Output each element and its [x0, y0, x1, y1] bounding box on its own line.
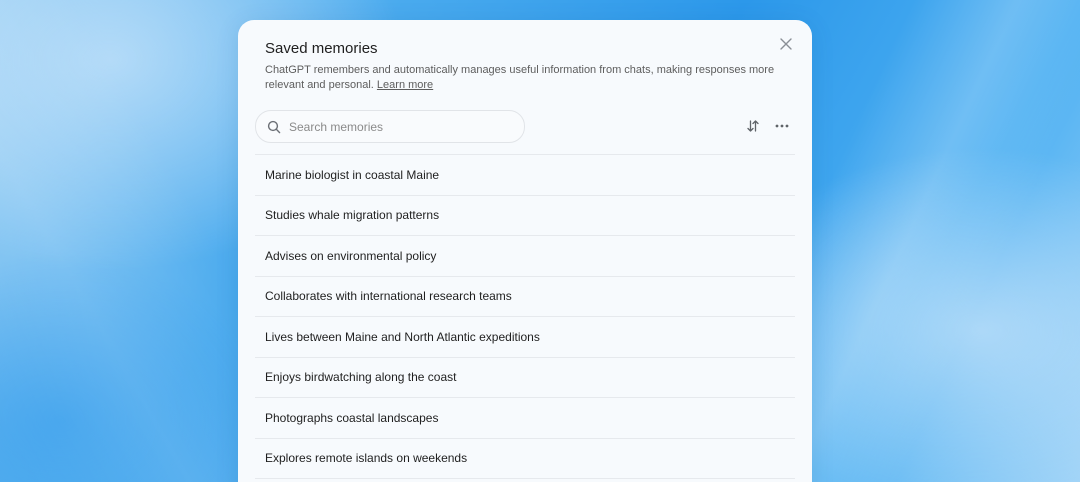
saved-memories-dialog: Saved memories ChatGPT remembers and aut… — [238, 20, 812, 482]
memory-item[interactable]: Lives between Maine and North Atlantic e… — [255, 317, 795, 358]
memory-item[interactable]: Marine biologist in coastal Maine — [255, 155, 795, 196]
search-input[interactable] — [289, 119, 509, 134]
search-field[interactable] — [255, 110, 525, 143]
dialog-title: Saved memories — [265, 40, 378, 57]
more-horizontal-icon — [775, 124, 789, 128]
close-icon — [780, 38, 792, 50]
more-options-button[interactable] — [772, 116, 792, 136]
memory-item[interactable]: Enjoys birdwatching along the coast — [255, 358, 795, 398]
memories-list: Marine biologist in coastal Maine Studie… — [255, 154, 795, 479]
memory-item[interactable]: Studies whale migration patterns — [255, 196, 795, 236]
memory-item[interactable]: Collaborates with international research… — [255, 277, 795, 317]
memory-item[interactable]: Explores remote islands on weekends — [255, 439, 795, 479]
description-text: ChatGPT remembers and automatically mana… — [265, 64, 775, 91]
learn-more-link[interactable]: Learn more — [377, 79, 433, 91]
memory-item[interactable]: Photographs coastal landscapes — [255, 398, 795, 439]
memory-item[interactable]: Advises on environmental policy — [255, 236, 795, 277]
dialog-description: ChatGPT remembers and automatically mana… — [265, 63, 785, 93]
search-icon — [267, 120, 281, 134]
sort-arrows-icon — [747, 120, 759, 132]
close-button[interactable] — [774, 32, 798, 56]
sort-button[interactable] — [743, 116, 763, 136]
